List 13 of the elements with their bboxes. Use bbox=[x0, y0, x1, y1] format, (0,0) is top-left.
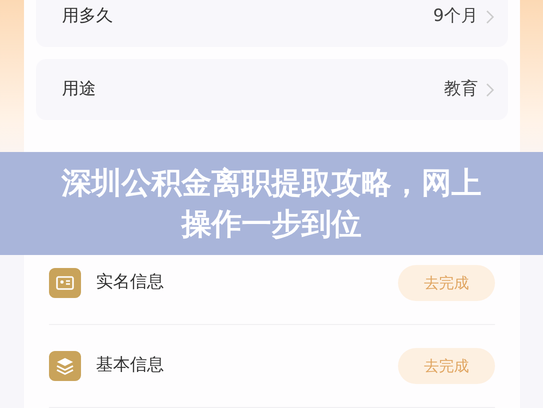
id-card-icon bbox=[49, 268, 81, 298]
item-label: 实名信息 bbox=[96, 271, 164, 294]
row-value: 9个月 bbox=[433, 4, 478, 28]
row-label: 用途 bbox=[62, 78, 96, 101]
item-label: 基本信息 bbox=[96, 354, 164, 378]
banner-title: 深圳公积金离职提取攻略，网上操作一步到位 bbox=[60, 164, 482, 244]
settings-row[interactable]: 用途 教育 bbox=[36, 59, 508, 120]
layers-icon bbox=[49, 351, 81, 381]
settings-row[interactable]: 用多久 9个月 bbox=[36, 0, 508, 47]
row-value: 教育 bbox=[444, 78, 478, 101]
chevron-right-icon bbox=[486, 10, 494, 24]
chevron-right-icon bbox=[486, 82, 494, 96]
row-label: 用多久 bbox=[62, 4, 113, 28]
